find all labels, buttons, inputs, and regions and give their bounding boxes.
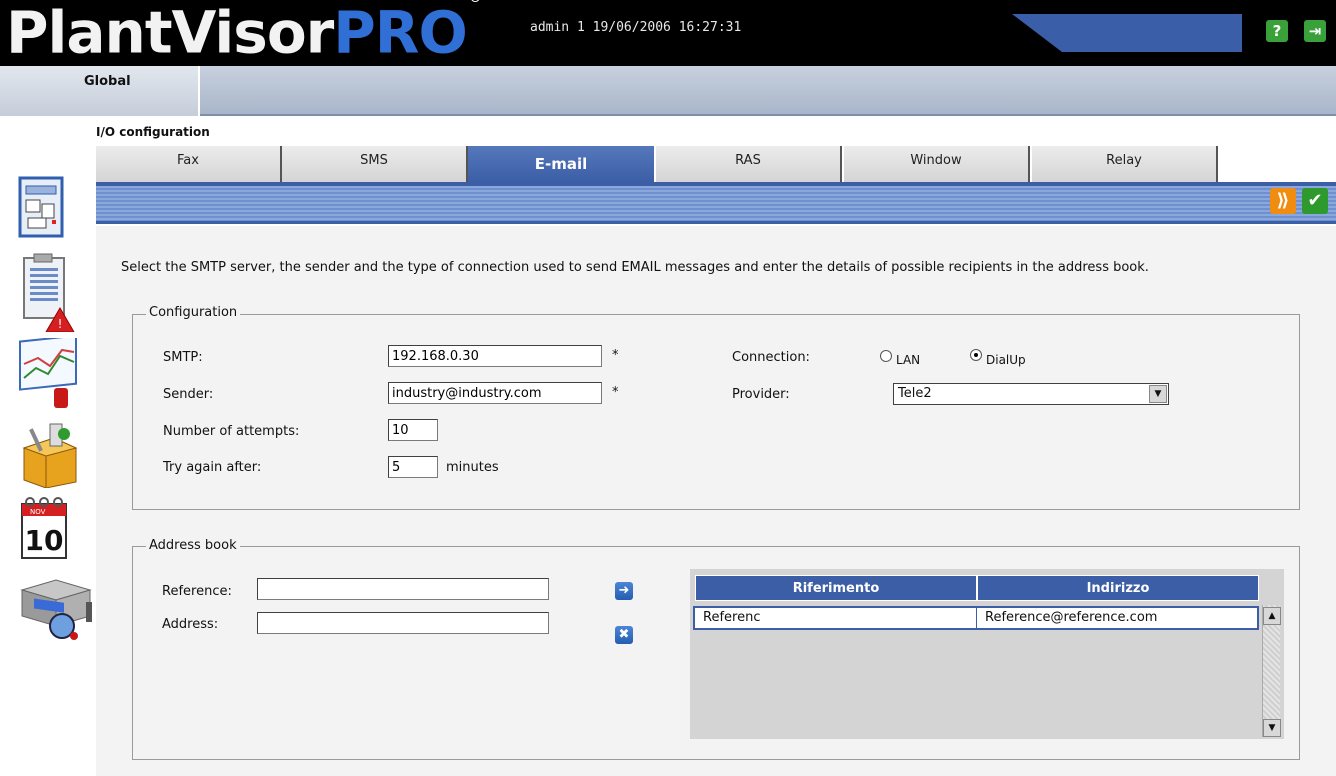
tab-sms[interactable]: SMS [282,146,468,182]
scroll-up-icon[interactable]: ▲ [1263,607,1281,625]
svg-text:!: ! [58,317,63,331]
required-mark: * [612,348,619,363]
column-header-riferimento[interactable]: Riferimento [695,575,977,601]
confirm-icon[interactable]: ✔ [1302,188,1328,214]
tab-email[interactable]: E-mail [468,146,654,182]
table-row[interactable]: Referenc Reference@reference.com [693,606,1259,630]
provider-select[interactable]: Tele2 ▼ [893,383,1169,405]
provider-label: Provider: [732,387,790,402]
page-title: I/O configuration [96,125,210,139]
reference-label: Reference: [162,584,232,599]
address-book-legend: Address book [146,538,240,553]
description-text: Select the SMTP server, the sender and t… [121,260,1149,275]
sender-label: Sender: [163,387,214,402]
cell-indirizzo: Reference@reference.com [985,610,1158,625]
tab-global[interactable]: Global [0,66,200,116]
retry-input[interactable] [388,456,438,478]
table-scrollbar[interactable]: ▲ ▼ [1262,605,1281,737]
forward-icon[interactable]: ⟫ [1270,188,1296,214]
scroll-down-icon[interactable]: ▼ [1263,719,1281,737]
radio-lan[interactable] [880,350,892,362]
svg-text:10: 10 [25,524,64,557]
required-mark: * [612,385,619,400]
chevron-down-icon[interactable]: ▼ [1149,385,1167,403]
tab-ras[interactable]: RAS [656,146,842,182]
tab-strip: Fax SMS E-mail RAS Window Relay [96,146,1222,182]
provider-value: Tele2 [898,386,932,401]
action-bar [96,182,1336,224]
calendar-icon[interactable]: NOV 10 [16,496,86,562]
tab-fax[interactable]: Fax [96,146,282,182]
global-label: Global [84,74,131,89]
remove-entry-icon[interactable]: ✖ [615,626,633,644]
layout-icon[interactable] [16,176,86,242]
plantvisor-logo: PlantVisorPRO® [6,0,482,66]
header-accent-band [1012,14,1242,52]
tools-box-icon[interactable] [16,418,86,489]
alarm-list-icon[interactable]: ! [16,252,86,333]
sender-input[interactable] [388,382,602,404]
tab-relay[interactable]: Relay [1032,146,1218,182]
navigation-bar: Global [0,66,1336,116]
smtp-input[interactable] [388,345,602,367]
address-table: Riferimento Indirizzo Referenc Reference… [690,569,1284,739]
radio-dialup-label: DialUp [986,353,1026,367]
top-bar: PlantVisorPRO® admin 1 19/06/2006 16:27:… [0,0,1336,66]
attempts-label: Number of attempts: [163,424,300,439]
user-session-info: admin 1 19/06/2006 16:27:31 [530,20,742,35]
reference-input[interactable] [257,578,549,600]
logout-icon[interactable]: ⇥ [1304,20,1326,42]
configuration-legend: Configuration [146,305,241,320]
graph-icon[interactable] [16,334,86,408]
smtp-label: SMTP: [163,350,203,365]
retry-unit: minutes [446,460,499,475]
column-header-indirizzo[interactable]: Indirizzo [977,575,1259,601]
radio-lan-label: LAN [896,353,921,367]
add-entry-icon[interactable]: ➜ [615,582,633,600]
configuration-group [132,314,1300,510]
help-icon[interactable]: ? [1266,20,1288,42]
attempts-input[interactable] [388,419,438,441]
device-config-icon[interactable] [16,576,92,642]
connection-label: Connection: [732,350,810,365]
cell-riferimento: Referenc [695,608,977,628]
address-label: Address: [162,617,219,632]
address-input[interactable] [257,612,549,634]
retry-label: Try again after: [163,460,262,475]
svg-text:NOV: NOV [30,508,46,516]
tab-window[interactable]: Window [844,146,1030,182]
radio-dialup[interactable] [970,349,982,361]
